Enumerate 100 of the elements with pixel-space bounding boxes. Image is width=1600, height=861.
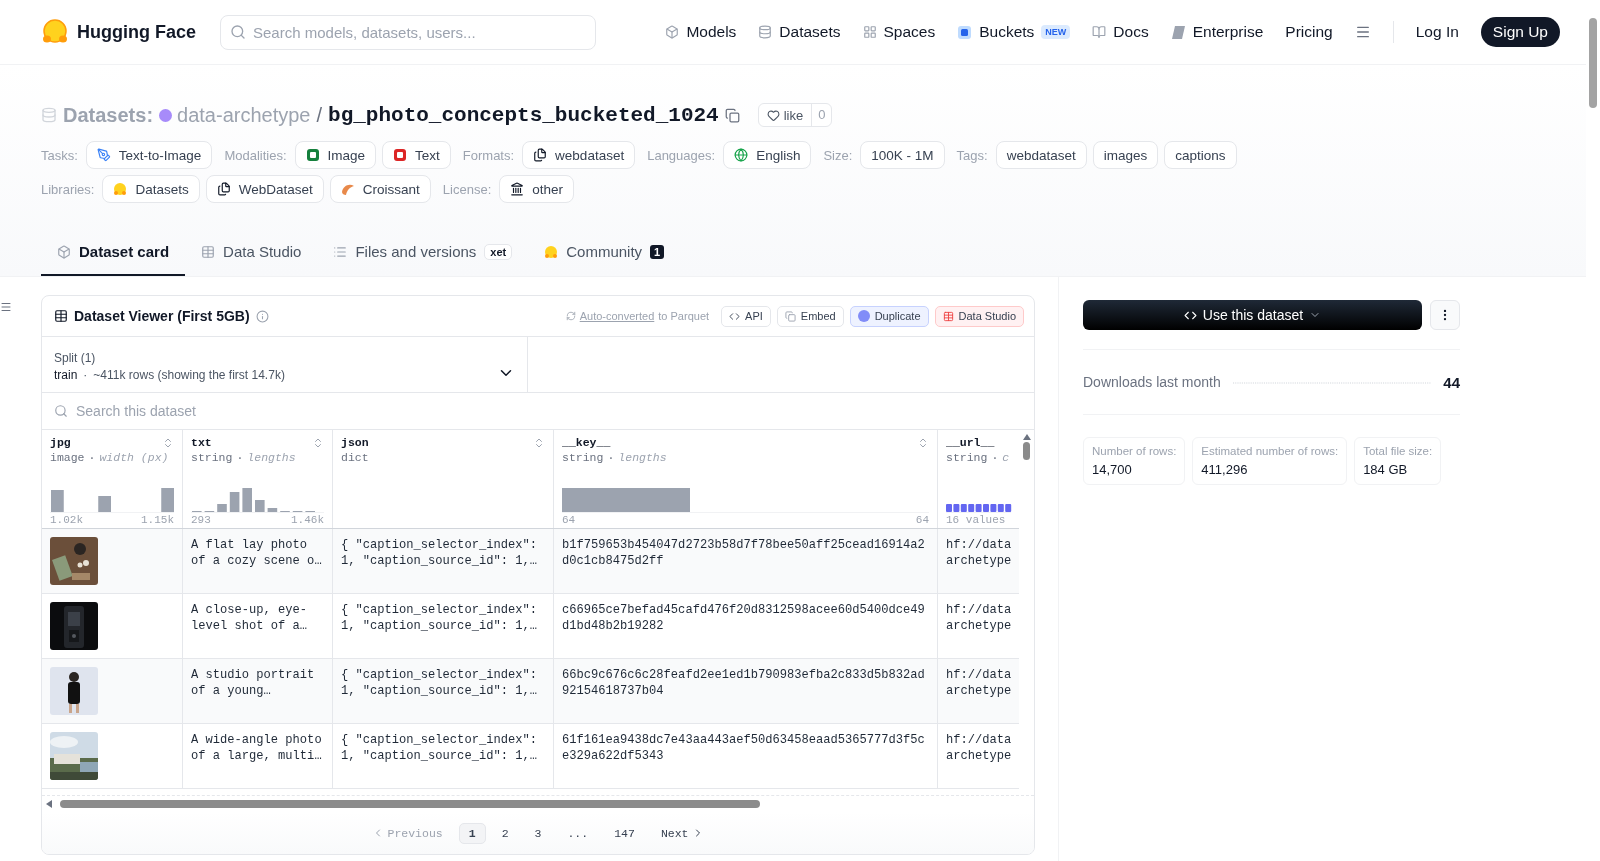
action-button[interactable]: Duplicate [849, 305, 929, 327]
page-link[interactable]: 1 [458, 822, 486, 844]
scroll-thumb[interactable] [1023, 442, 1030, 460]
sort-icon[interactable] [162, 436, 174, 449]
scroll-left-icon[interactable] [46, 800, 52, 808]
cube-icon [57, 244, 71, 259]
tab[interactable]: Files and versions xet [317, 243, 529, 276]
downloads-label: Downloads last month [1083, 374, 1221, 390]
nav-link[interactable]: Models [665, 23, 737, 41]
tag-chip[interactable]: other [499, 175, 575, 203]
tab[interactable]: Community 1 [528, 243, 681, 276]
sort-icon[interactable] [917, 436, 929, 449]
login-link[interactable]: Log In [1415, 23, 1459, 41]
page-link[interactable]: 2 [491, 822, 519, 844]
table-cell: b1f759653b454047d2723b58d7f78bee50aff25cead16914a2d0c1cb8475d2ff [554, 529, 938, 593]
tag-chip[interactable]: Image [294, 141, 377, 169]
table-cell: c66965ce7befad45cafd476f20d8312598acee60d5400dce49d1bd48b2b19282 [554, 594, 938, 658]
table-cell: A wide-angle photo of a large, multi… [183, 724, 333, 788]
tag-chip[interactable]: Croissant [329, 175, 431, 203]
menu-icon[interactable] [0, 301, 12, 313]
refresh-icon [565, 311, 576, 321]
range-label: 1.46k [291, 514, 324, 526]
downloads-value: 44 [1443, 373, 1460, 391]
action-button[interactable]: Embed [776, 305, 844, 327]
tag-chip[interactable]: webdataset [995, 141, 1087, 169]
scroll-up-icon[interactable] [1022, 434, 1031, 440]
table-cell: A flat lay photo of a cozy scene o… [183, 529, 333, 593]
split-select[interactable]: Split (1) train · ~411k rows (showing the first 14.7k) [42, 337, 528, 392]
scroll-thumb[interactable] [60, 800, 760, 808]
heart-icon [766, 108, 780, 122]
database-icon [41, 107, 57, 123]
nav-link[interactable]: Pricing [1285, 23, 1333, 41]
tag-group-label: License: [442, 181, 492, 197]
range-label: 1.02k [50, 514, 83, 526]
nav-link[interactable]: Enterprise [1170, 23, 1264, 41]
like-button[interactable]: like 0 [757, 103, 833, 127]
circle-icon [857, 310, 870, 322]
tag-group-label: Formats: [462, 147, 515, 163]
column-name: json [341, 436, 369, 449]
table-cell: { "caption_selector_index": 1, "caption_source_id": 1,… [333, 659, 554, 723]
path-separator: / [316, 103, 323, 127]
tag-chip[interactable]: images [1092, 141, 1159, 169]
table-cell: { "caption_selector_index": 1, "caption_source_id": 1,… [333, 529, 554, 593]
search-field[interactable]: Search models, datasets, users... [220, 14, 596, 50]
tag-chip[interactable]: Datasets [102, 175, 200, 203]
stat-card: Estimated number of rows: 411,296 [1192, 437, 1348, 485]
tag-chip[interactable]: captions [1164, 141, 1237, 169]
range-label: 293 [191, 514, 211, 526]
tag-chip[interactable]: webdataset [522, 141, 636, 169]
pen-icon [96, 148, 111, 162]
nav-link[interactable]: Datasets [758, 23, 841, 41]
tag-group-label: Languages: [647, 147, 716, 163]
action-button[interactable]: API [721, 305, 771, 327]
viewer-title: Dataset Viewer (First 5GB) [74, 308, 250, 324]
tag-chip[interactable]: Text-to-Image [85, 141, 213, 169]
page-link[interactable]: 147 [604, 822, 645, 844]
page-link[interactable]: ... [557, 822, 599, 844]
tab[interactable]: Data Studio [185, 243, 318, 276]
sort-icon[interactable] [312, 436, 324, 449]
nav-link[interactable]: Spaces [862, 23, 936, 41]
copy-icon [784, 310, 796, 322]
range-label: 16 values [946, 514, 1006, 526]
scroll-thumb[interactable] [1589, 18, 1597, 108]
use-dataset-button[interactable]: Use this dataset [1083, 300, 1422, 330]
tag-chip[interactable]: WebDataset [205, 175, 324, 203]
tab[interactable]: Dataset card [41, 243, 186, 276]
table-cell: { "caption_selector_index": 1, "caption_source_id": 1,… [333, 724, 554, 788]
site-name[interactable]: Hugging Face [77, 21, 196, 43]
signup-button[interactable]: Sign Up [1480, 17, 1560, 47]
dataset-search-field[interactable]: Search this dataset [42, 393, 1034, 429]
bucket-icon [957, 24, 973, 40]
sort-icon[interactable] [533, 436, 545, 449]
tag-chip[interactable]: Text [382, 141, 451, 169]
table-cell: { "caption_selector_index": 1, "caption_source_id": 1,… [333, 594, 554, 658]
tag-chip[interactable]: 100K - 1M [860, 141, 945, 169]
copy-icon[interactable] [724, 107, 740, 123]
table-icon [201, 244, 216, 259]
range-label: 64 [915, 514, 929, 526]
grid-icon [862, 25, 877, 39]
nav-link[interactable]: Buckets NEW [957, 23, 1071, 41]
menu-icon[interactable] [1354, 24, 1371, 40]
table-icon [54, 309, 68, 323]
table-icon [942, 310, 954, 322]
category-bar-drawing [946, 504, 1012, 512]
bank-icon [510, 182, 525, 196]
tag-group-label: Size: [823, 147, 853, 163]
nav-link[interactable]: Docs [1092, 23, 1149, 41]
tag-group-label: Tasks: [41, 147, 78, 163]
page-link[interactable]: Next [650, 822, 715, 844]
search-icon [54, 404, 68, 418]
table-cell-text: hf://data archetype [945, 537, 1013, 570]
page-link[interactable]: 3 [524, 822, 552, 844]
smiley-icon [113, 182, 128, 196]
column-type: string · lengths [562, 451, 668, 464]
column-type: image · width (px) [50, 451, 170, 464]
dataset-name: bg_photo_concepts_bucketed_1024 [328, 103, 719, 127]
tag-chip[interactable]: English [723, 141, 812, 169]
table-cell-text: hf://data archetype [945, 602, 1013, 635]
action-button[interactable]: Data Studio [934, 305, 1024, 327]
table-cell: 61f161ea9438dc7e43aa443aef50d63458eaad5365777d3f5ce329a622df5343 [554, 724, 938, 788]
